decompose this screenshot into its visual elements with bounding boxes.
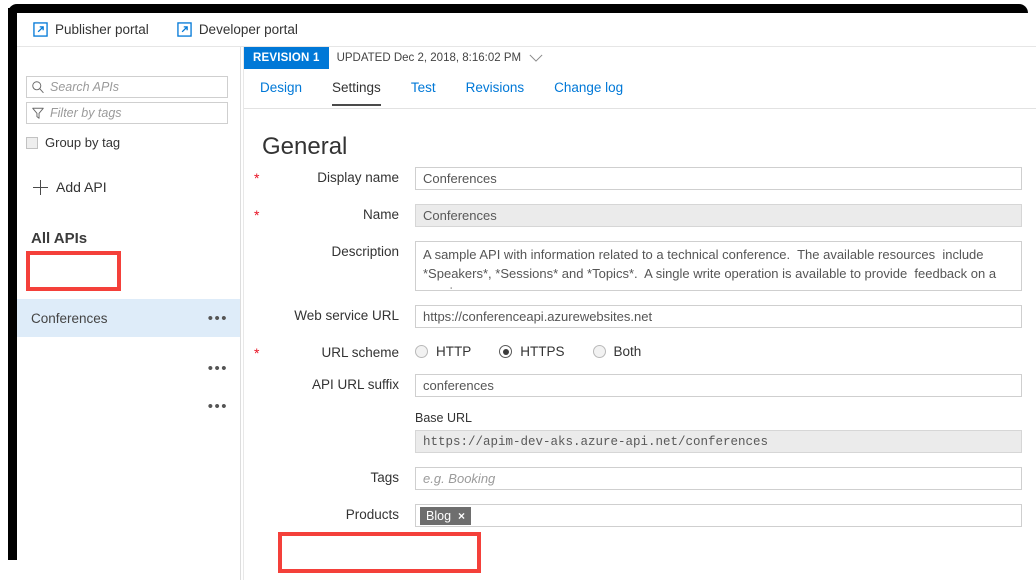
form-row-display-name: * Display name — [244, 167, 1036, 190]
search-apis-placeholder: Search APIs — [50, 80, 120, 94]
base-url-spacer — [244, 411, 415, 414]
sidebar-item-conferences[interactable]: Conferences ••• — [17, 299, 240, 337]
general-settings-form: * Display name * Name Description — [244, 167, 1036, 541]
developer-portal-label: Developer portal — [198, 22, 298, 37]
top-toolbar: Publisher portal Developer portal — [17, 13, 1036, 47]
revision-badge: REVISION 1 — [244, 47, 329, 69]
api-context-menu-icon[interactable]: ••• — [208, 399, 228, 414]
revision-updated-label: UPDATED Dec 2, 2018, 8:16:02 PM — [336, 52, 522, 64]
api-settings-panel: REVISION 1 UPDATED Dec 2, 2018, 8:16:02 … — [244, 47, 1036, 580]
tab-change-log[interactable]: Change log — [554, 77, 623, 104]
app-surface: Publisher portal Developer portal Search… — [17, 13, 1036, 580]
api-name-label: Redacted — [31, 399, 89, 414]
radio-icon — [592, 345, 606, 358]
products-label: Products — [345, 507, 399, 522]
name-label: Name — [362, 207, 399, 222]
settings-tabs: Design Settings Test Revisions Change lo… — [244, 77, 1036, 109]
window-frame-top — [8, 4, 1028, 13]
product-chip-label: Blog — [426, 508, 452, 523]
form-row-name: * Name — [244, 204, 1036, 227]
required-asterisk: * — [254, 345, 260, 361]
remove-chip-icon[interactable]: × — [458, 509, 465, 523]
product-chip-blog[interactable]: Blog × — [420, 506, 472, 525]
radio-icon-selected — [499, 345, 513, 358]
checkbox-box-icon — [26, 136, 38, 149]
form-row-url-scheme: * URL scheme HTTP HTTPS Both — [244, 342, 1036, 360]
tags-input[interactable] — [415, 467, 1022, 490]
list-item[interactable]: Redacted ••• — [17, 349, 240, 387]
add-api-button[interactable]: Add API — [33, 179, 107, 195]
base-url-label: Base URL — [415, 411, 472, 425]
external-link-icon — [33, 22, 48, 37]
url-scheme-radio-group: HTTP HTTPS Both — [415, 342, 1022, 359]
list-item[interactable]: Redacted ••• — [17, 387, 240, 425]
url-scheme-option-https[interactable]: HTTPS — [499, 344, 565, 359]
display-name-label: Display name — [317, 170, 399, 185]
api-name-label: Conferences — [31, 310, 108, 326]
products-field[interactable]: Blog × — [415, 504, 1022, 527]
screenshot-root: Publisher portal Developer portal Search… — [0, 0, 1036, 580]
description-textarea[interactable]: A sample API with information related to… — [415, 241, 1022, 291]
url-scheme-both-label: Both — [613, 344, 642, 359]
revision-updated-dropdown[interactable]: UPDATED Dec 2, 2018, 8:16:02 PM — [329, 47, 552, 69]
api-context-menu-icon[interactable]: ••• — [208, 361, 228, 376]
search-icon — [31, 80, 45, 94]
form-row-api-url-suffix: API URL suffix — [244, 374, 1036, 397]
filter-funnel-icon — [31, 106, 45, 120]
api-sidebar: Search APIs Filter by tags Group by tag … — [17, 47, 240, 580]
window-frame-left — [8, 8, 17, 560]
web-service-url-input[interactable] — [415, 305, 1022, 328]
sidebar-divider — [240, 47, 241, 580]
url-scheme-label: URL scheme — [321, 345, 399, 360]
search-apis-field[interactable]: Search APIs — [26, 76, 228, 98]
api-url-suffix-input[interactable] — [415, 374, 1022, 397]
tags-label: Tags — [370, 470, 399, 485]
url-scheme-https-label: HTTPS — [520, 344, 565, 359]
name-input — [415, 204, 1022, 227]
url-scheme-http-label: HTTP — [436, 344, 472, 359]
plus-icon — [33, 179, 48, 195]
publisher-portal-link[interactable]: Publisher portal — [33, 22, 149, 37]
tab-design[interactable]: Design — [260, 77, 302, 104]
tab-settings[interactable]: Settings — [332, 77, 381, 106]
api-context-menu-icon[interactable]: ••• — [208, 311, 228, 326]
form-row-tags: Tags — [244, 467, 1036, 490]
revision-bar: REVISION 1 UPDATED Dec 2, 2018, 8:16:02 … — [244, 47, 551, 69]
group-by-tag-label: Group by tag — [45, 135, 121, 150]
required-asterisk: * — [254, 170, 260, 186]
all-apis-heading: All APIs — [31, 230, 88, 247]
developer-portal-link[interactable]: Developer portal — [177, 22, 298, 37]
api-name-label: Redacted — [31, 361, 89, 376]
display-name-input[interactable] — [415, 167, 1022, 190]
page-title: General — [262, 133, 348, 160]
required-asterisk: * — [254, 207, 260, 223]
url-scheme-option-http[interactable]: HTTP — [415, 344, 471, 359]
tab-revisions[interactable]: Revisions — [466, 77, 525, 104]
external-link-icon — [177, 22, 192, 37]
add-api-label: Add API — [56, 179, 107, 195]
form-row-web-service-url: Web service URL — [244, 305, 1036, 328]
publisher-portal-label: Publisher portal — [55, 22, 149, 37]
url-scheme-option-both[interactable]: Both — [592, 344, 642, 359]
filter-by-tags-field[interactable]: Filter by tags — [26, 102, 228, 124]
form-row-products: Products Blog × — [244, 504, 1036, 527]
form-row-base-url: Base URL — [244, 411, 1036, 453]
group-by-tag-checkbox[interactable]: Group by tag — [26, 135, 120, 150]
radio-icon — [415, 345, 428, 358]
form-row-description: Description A sample API with informatio… — [244, 241, 1036, 291]
api-url-suffix-label: API URL suffix — [311, 377, 399, 392]
web-service-url-label: Web service URL — [294, 308, 399, 323]
base-url-input — [415, 430, 1022, 453]
tab-test[interactable]: Test — [411, 77, 436, 104]
filter-by-tags-placeholder: Filter by tags — [50, 106, 122, 120]
chevron-down-icon — [521, 54, 543, 62]
description-label: Description — [331, 244, 399, 259]
